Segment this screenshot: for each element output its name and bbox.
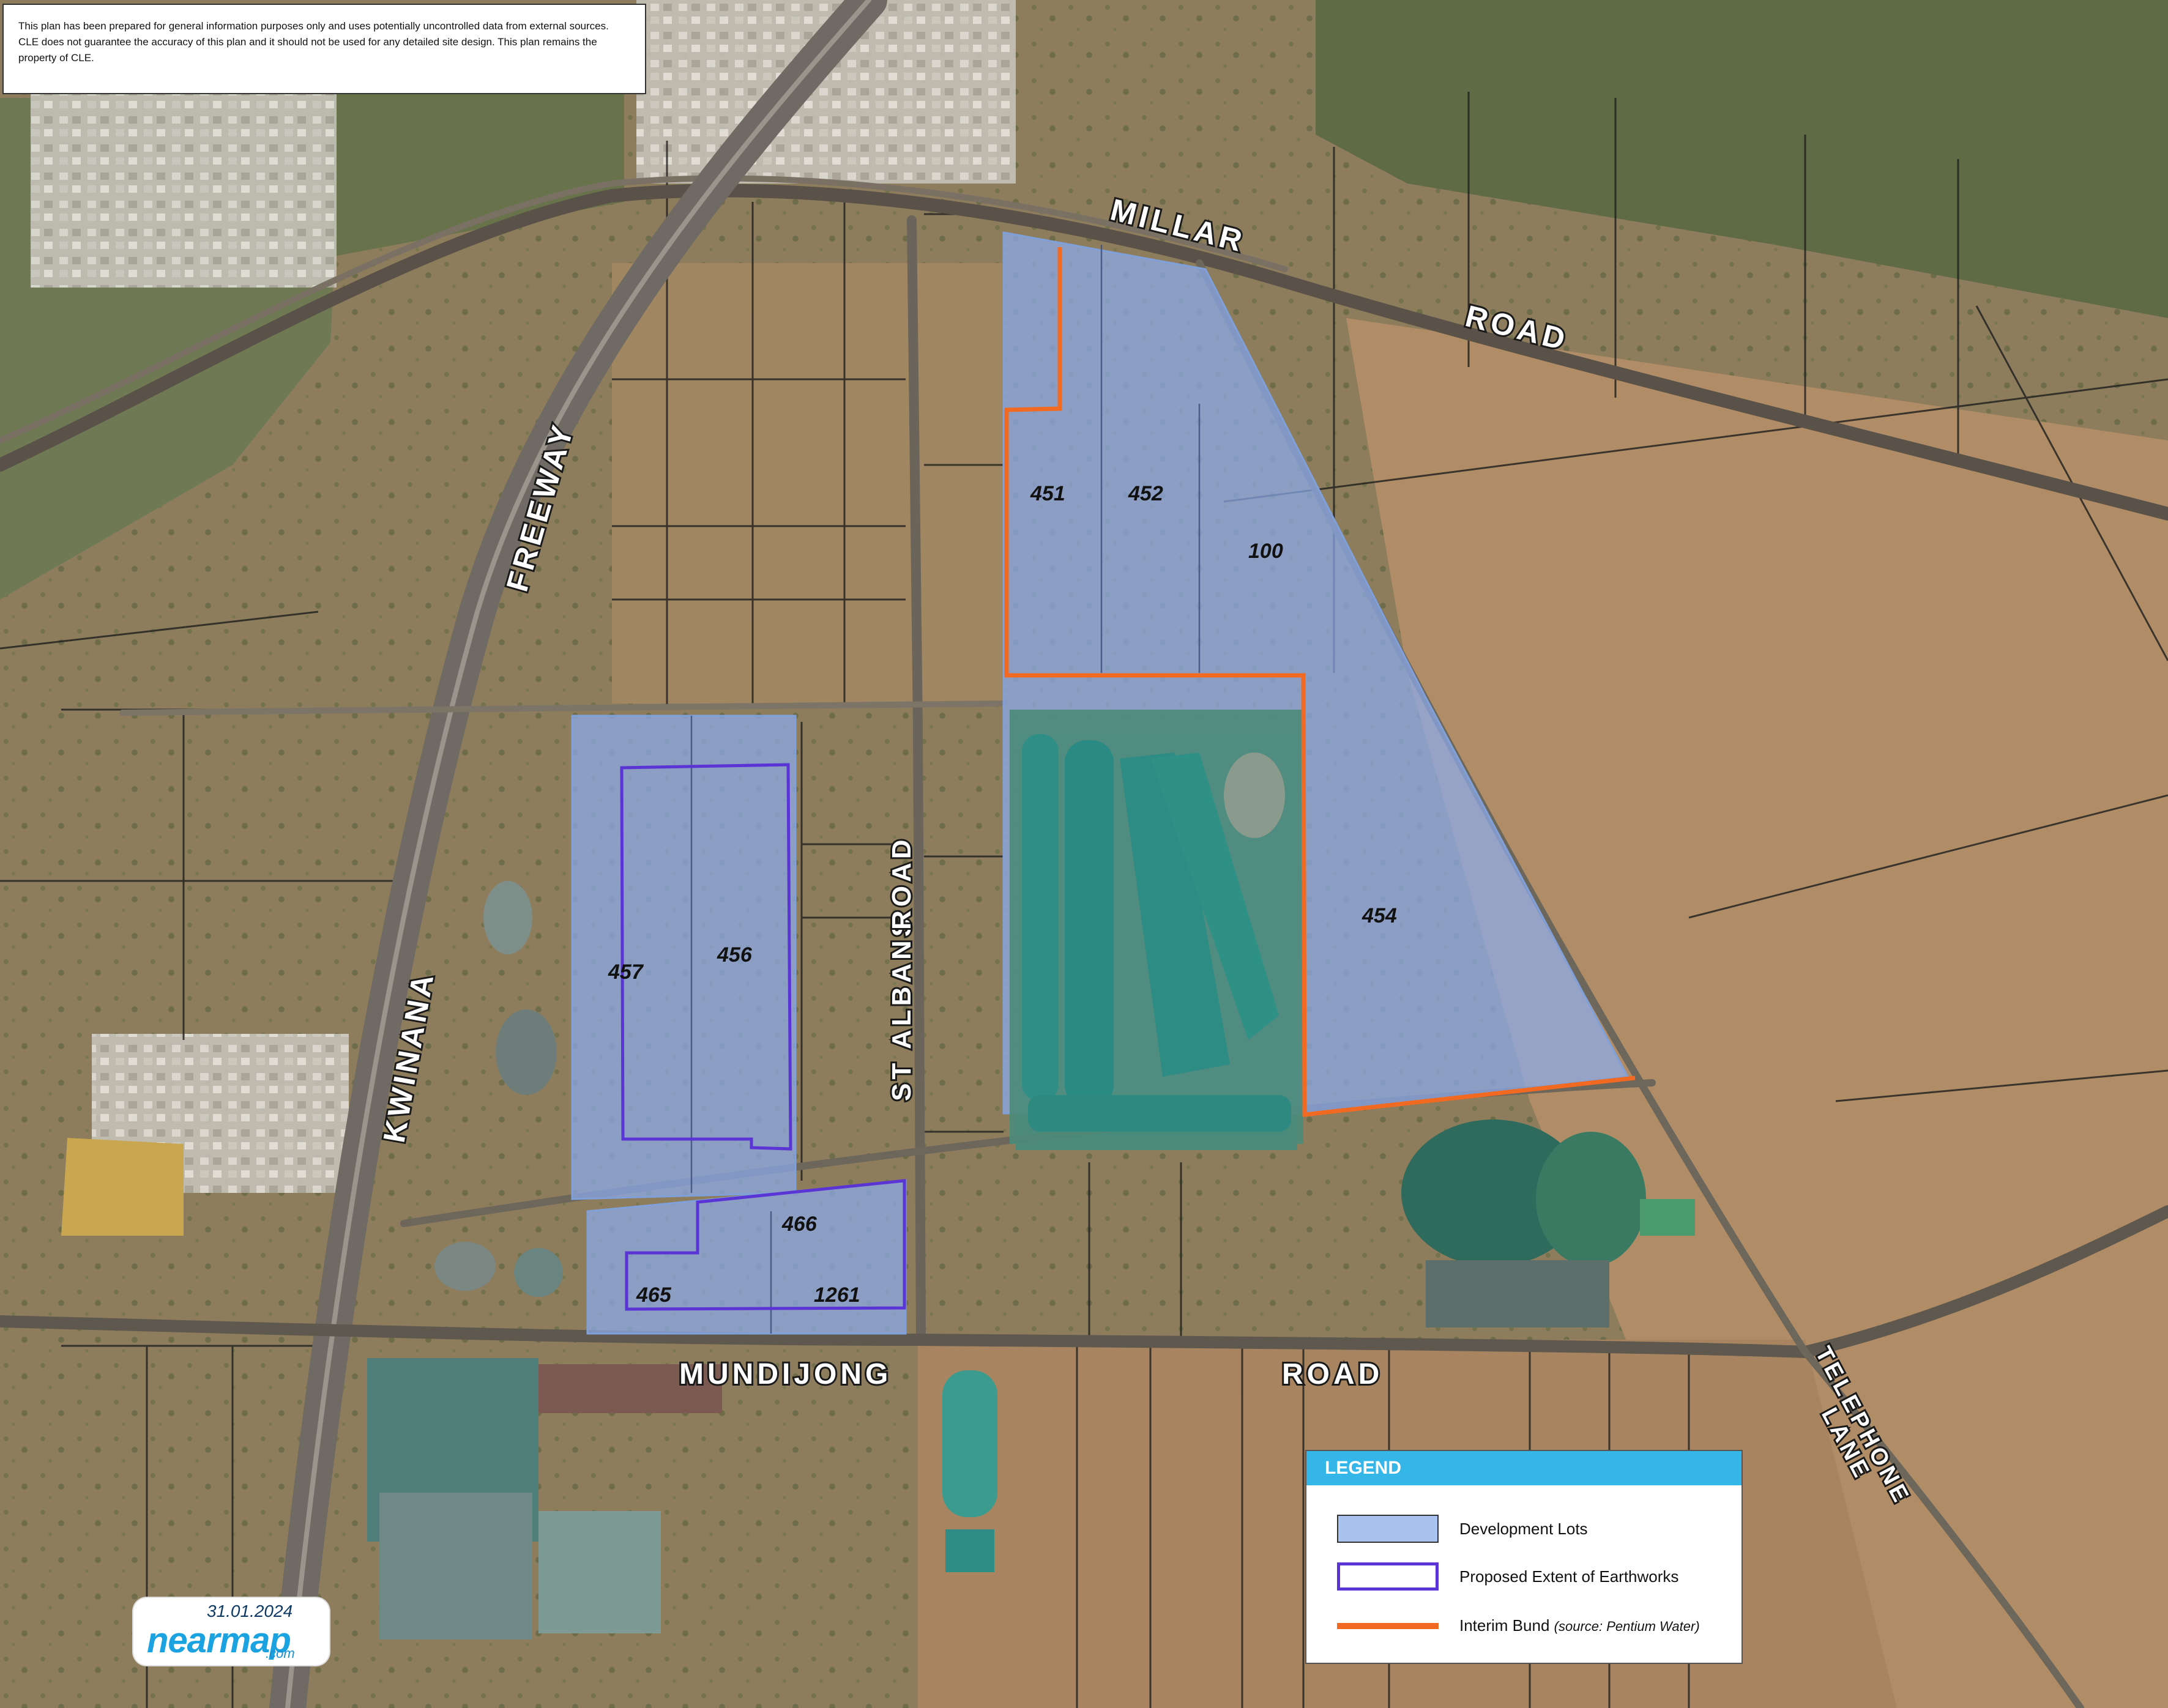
lot-456-label: 456: [717, 943, 753, 967]
lot-area-west[interactable]: [571, 715, 797, 1200]
earthworks-swatch: [1337, 1562, 1439, 1591]
legend-title: LEGEND: [1306, 1451, 1741, 1485]
development-lots-swatch: [1337, 1515, 1439, 1543]
bund-label-text: Interim Bund: [1459, 1616, 1550, 1635]
st-albans-label: ST ALBANS: [887, 915, 917, 1101]
lot-465-label: 465: [636, 1283, 672, 1307]
lot-466-label: 466: [781, 1212, 818, 1236]
lot-452-label: 452: [1128, 482, 1163, 505]
bund-label: Interim Bund (source: Pentium Water): [1459, 1616, 1700, 1635]
lot-457-label: 457: [608, 960, 644, 984]
nearmap-logo: 31.01.2024 nearmap .com: [133, 1598, 329, 1665]
yellow-field-west: [61, 1138, 184, 1236]
legend-row-earthworks: Proposed Extent of Earthworks: [1337, 1562, 1678, 1591]
lot-100-label: 100: [1248, 540, 1283, 563]
mundijong-road-label: ROAD: [1282, 1358, 1383, 1391]
residential-northwest: [31, 80, 337, 288]
disclaimer-text: This plan has been prepared for general …: [18, 20, 609, 64]
legend-row-bund: Interim Bund (source: Pentium Water): [1337, 1616, 1700, 1635]
st-albans-road-label: ROAD: [887, 836, 917, 930]
lot-1261-label: 1261: [814, 1283, 860, 1307]
earthworks-label: Proposed Extent of Earthworks: [1459, 1567, 1679, 1586]
lot-454-label: 454: [1362, 904, 1397, 927]
development-lots-label: Development Lots: [1459, 1519, 1588, 1538]
farmland-mid: [612, 263, 1004, 704]
legend-row-development-lots: Development Lots: [1337, 1515, 1588, 1543]
capture-date: 31.01.2024: [207, 1602, 293, 1621]
mundijong-label: MUNDIJONG: [679, 1358, 892, 1391]
bund-swatch: [1337, 1622, 1439, 1629]
legend-panel: LEGEND Development Lots Proposed Extent …: [1305, 1450, 1743, 1664]
aerial-map[interactable]: MILLAR ROAD FREEWAY KWINANA ST ALBANS RO…: [0, 0, 2168, 1708]
lot-451-label: 451: [1030, 482, 1065, 505]
brand-domain: .com: [266, 1646, 295, 1661]
bund-source-label: (source: Pentium Water): [1554, 1619, 1700, 1634]
disclaimer-box: This plan has been prepared for general …: [2, 4, 646, 94]
